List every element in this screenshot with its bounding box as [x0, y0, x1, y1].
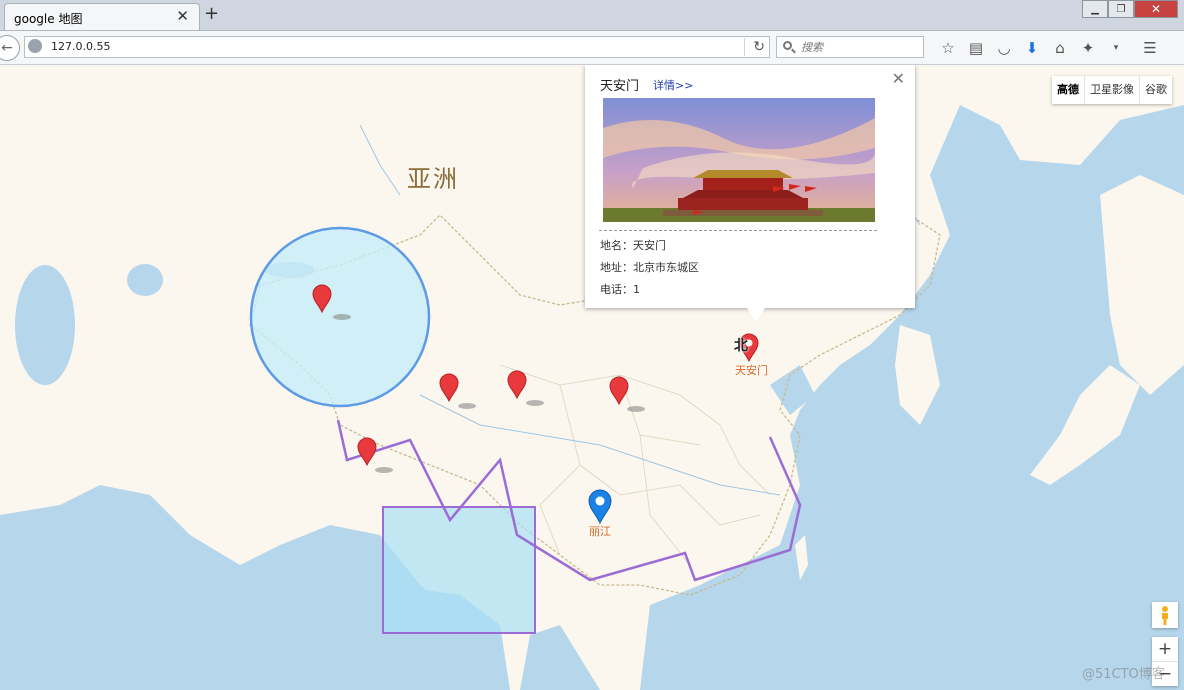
search-bar[interactable] [776, 36, 924, 58]
info-window: 天安门 详情>> ✕ 地名：天安门 地址：北京市东城区 电话：1 [585, 65, 915, 308]
info-address: 地址：北京市东城区 [600, 261, 699, 274]
tab-bar: google 地图 ✕ + ▁ ❐ ✕ [0, 0, 1184, 31]
toolbar-icons: ☆ ▤ ◡ ⬇ ⌂ ✦ ▾ ☰ [934, 38, 1164, 58]
navigation-bar: ← 127.0.0.55 ↻ ☆ ▤ ◡ ⬇ ⌂ ✦ ▾ ☰ [0, 31, 1184, 65]
new-tab-button[interactable]: + [204, 3, 219, 25]
map-type-google[interactable]: 谷歌 [1139, 76, 1172, 104]
browser-tab[interactable]: google 地图 ✕ [4, 3, 200, 30]
tab-title: google 地图 [14, 12, 83, 26]
search-icon [783, 41, 792, 50]
reading-list-icon[interactable]: ▤ [962, 38, 990, 58]
landmass-taiwan [795, 535, 808, 580]
bookmark-star-icon[interactable]: ☆ [934, 38, 962, 58]
pocket-icon[interactable]: ◡ [990, 38, 1018, 58]
tiananmen-photo [603, 98, 875, 222]
search-input[interactable] [801, 39, 919, 55]
info-window-pointer [747, 308, 765, 322]
info-close-icon[interactable]: ✕ [892, 69, 905, 88]
info-title: 天安门 [600, 79, 640, 94]
close-window-button[interactable]: ✕ [1134, 0, 1178, 18]
minimize-button[interactable]: ▁ [1082, 0, 1108, 18]
pegman-icon[interactable] [1152, 602, 1178, 628]
landmass-northeast [1100, 175, 1184, 395]
info-phone: 电话：1 [600, 283, 640, 296]
reload-icon[interactable]: ↻ [744, 38, 765, 56]
aral-sea [127, 264, 163, 296]
menu-icon[interactable]: ☰ [1136, 38, 1164, 58]
info-detail-link[interactable]: 详情>> [653, 77, 693, 93]
tab-close-icon[interactable]: ✕ [176, 8, 189, 24]
label-tiananmen: 天安门 [735, 364, 768, 377]
download-icon[interactable]: ⬇ [1018, 38, 1046, 58]
label-lijiang: 丽江 [589, 525, 611, 538]
url-bar[interactable]: 127.0.0.55 ↻ [24, 36, 770, 58]
map-canvas[interactable]: 亚洲 北 天安门 丽江 天安门 详情>> ✕ 地名：天安门 地址：北京市东城区 … [0, 65, 1184, 690]
url-text[interactable]: 127.0.0.55 [51, 40, 110, 53]
map-type-gaode[interactable]: 高德 [1052, 76, 1084, 104]
zoom-in-button[interactable]: + [1152, 637, 1178, 662]
continent-label: 亚洲 [407, 165, 459, 193]
extension-icon[interactable]: ✦ [1074, 38, 1102, 58]
back-button[interactable]: ← [0, 35, 20, 61]
info-name: 地名：天安门 [600, 239, 666, 252]
map-type-satellite[interactable]: 卫星影像 [1084, 76, 1139, 104]
extension-dropdown-icon[interactable]: ▾ [1102, 38, 1130, 58]
restore-button[interactable]: ❐ [1108, 0, 1134, 18]
map-type-switcher: 高德 卫星影像 谷歌 [1052, 76, 1172, 104]
info-separator [599, 230, 877, 231]
home-icon[interactable]: ⌂ [1046, 38, 1074, 58]
rectangle-overlay [382, 506, 536, 634]
window-controls: ▁ ❐ ✕ [1082, 0, 1178, 18]
caspian-sea [15, 265, 75, 385]
globe-icon [28, 39, 42, 53]
landmass-japan [1030, 365, 1140, 485]
label-beijing: 北 [734, 338, 748, 354]
south-china-sea [650, 585, 830, 690]
watermark: @51CTO博客 [1082, 667, 1165, 682]
yellow-sea [800, 405, 900, 485]
landmass-korea [895, 325, 940, 425]
